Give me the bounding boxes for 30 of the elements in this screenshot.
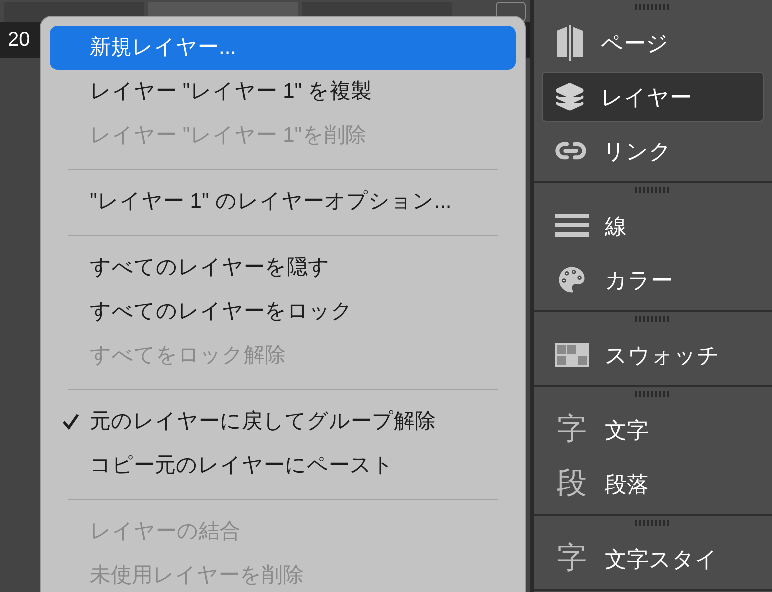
panel-item[interactable]: 字 文字スタイ bbox=[542, 534, 764, 584]
panel-item[interactable]: 字 文字 bbox=[542, 405, 764, 455]
layers-icon bbox=[555, 82, 585, 112]
drag-grip[interactable] bbox=[635, 520, 671, 526]
menu-item[interactable]: すべてのレイヤーをロック bbox=[50, 290, 516, 334]
panel-item[interactable]: 段 段落 bbox=[542, 459, 764, 509]
menu-item[interactable]: 元のレイヤーに戻してグループ解除 bbox=[50, 400, 516, 444]
lines-icon bbox=[555, 214, 589, 238]
panel-item[interactable]: リンク bbox=[542, 126, 764, 176]
drag-grip[interactable] bbox=[635, 187, 671, 193]
ruler-value: 20 bbox=[8, 28, 30, 53]
glyph-icon: 字 bbox=[555, 415, 589, 445]
page-icon bbox=[555, 25, 585, 61]
menu-item[interactable]: コピー元のレイヤーにペースト bbox=[50, 444, 516, 488]
menu-item[interactable]: 新規レイヤー... bbox=[50, 26, 516, 70]
panel-item[interactable]: レイヤー bbox=[542, 72, 764, 122]
panel-item[interactable]: ページ bbox=[542, 18, 764, 68]
checkmark-icon bbox=[62, 413, 80, 431]
glyph-icon: 字 bbox=[555, 544, 589, 574]
panel-item[interactable]: カラー bbox=[542, 255, 764, 305]
glyph-icon: 段 bbox=[555, 469, 589, 499]
panel-item[interactable]: スウォッチ bbox=[542, 330, 764, 380]
swatches-icon bbox=[555, 343, 589, 367]
menu-item[interactable]: "レイヤー 1" のレイヤーオプション... bbox=[50, 180, 516, 224]
drag-grip[interactable] bbox=[635, 316, 671, 322]
panel-item[interactable]: 線 bbox=[542, 201, 764, 251]
menu-item[interactable]: レイヤー "レイヤー 1" を複製 bbox=[50, 70, 516, 114]
menu-item[interactable]: すべてのレイヤーを隠す bbox=[50, 246, 516, 290]
drag-grip[interactable] bbox=[635, 4, 671, 10]
drag-grip[interactable] bbox=[635, 391, 671, 397]
